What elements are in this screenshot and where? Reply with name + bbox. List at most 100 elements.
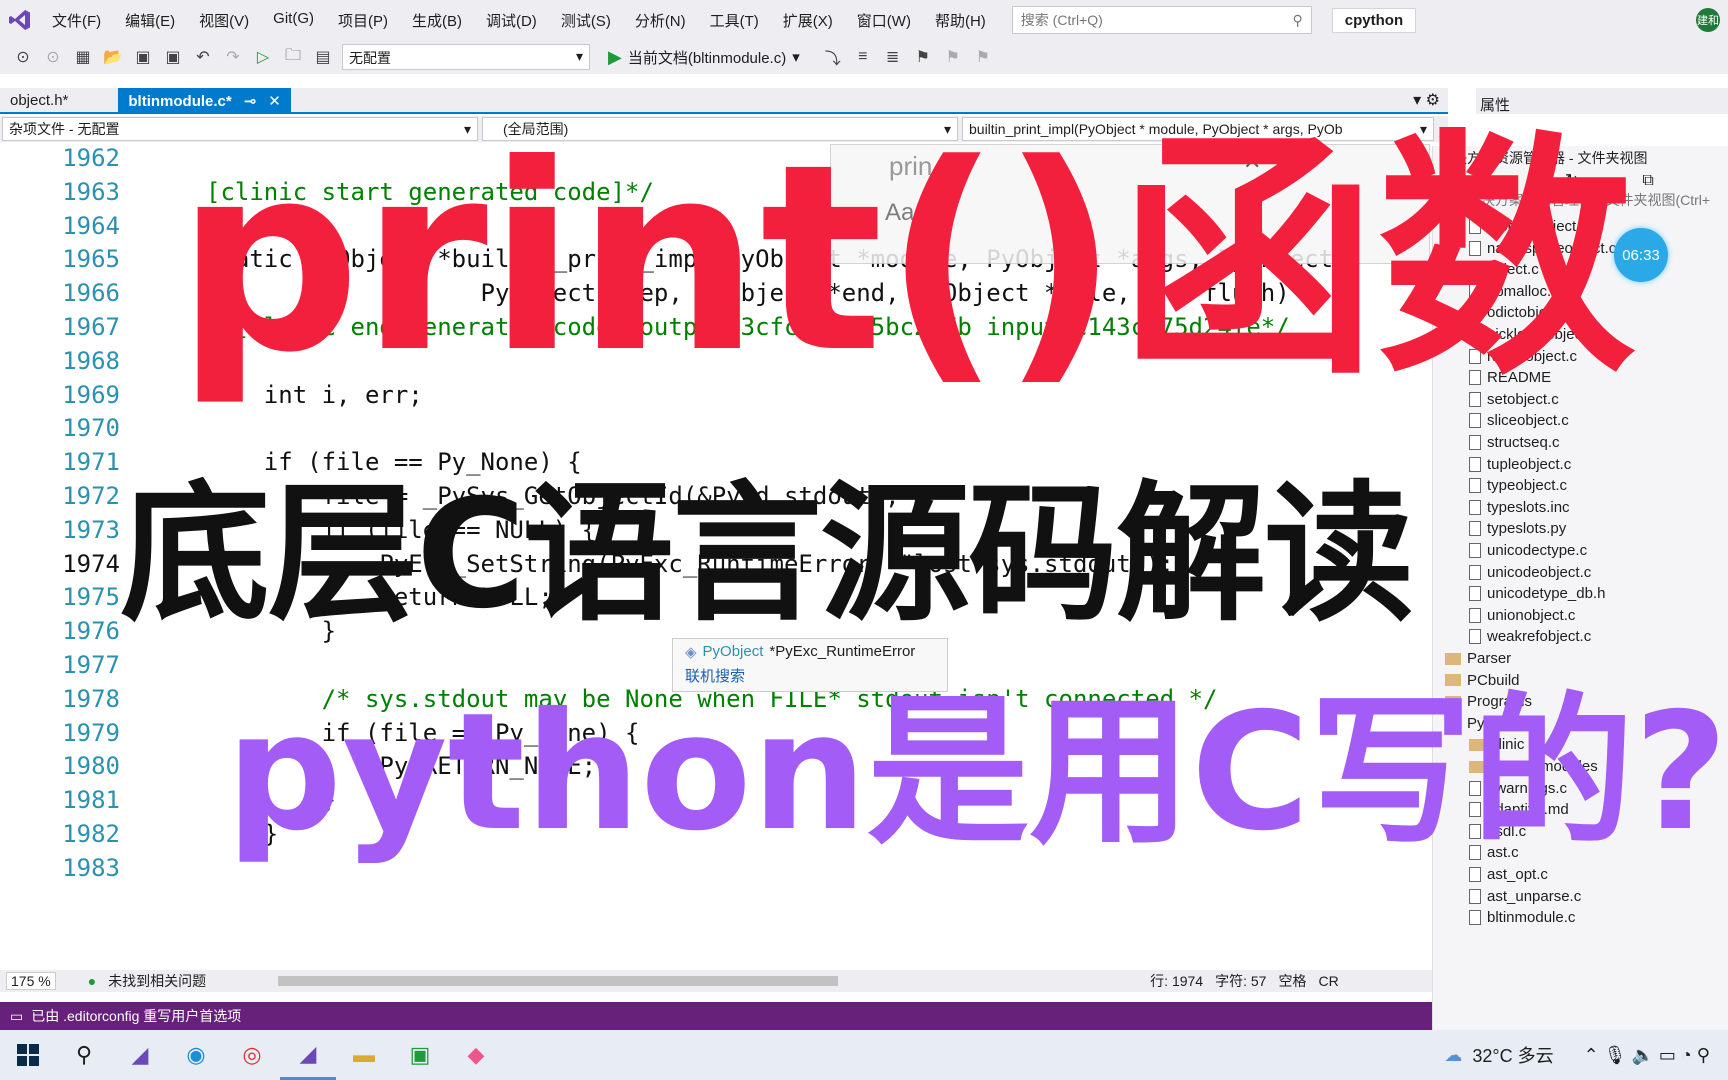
save-icon[interactable]: ▣ xyxy=(132,46,154,68)
tree-file[interactable]: unionobject.c xyxy=(1469,607,1575,624)
visual-studio-active-icon[interactable]: ◢ xyxy=(280,1030,336,1080)
menu-item[interactable]: 分析(N) xyxy=(623,10,698,31)
tree-file[interactable]: tupleobject.c xyxy=(1469,456,1571,473)
tree-item-label: ast_opt.c xyxy=(1487,866,1548,883)
tree-file[interactable]: typeslots.inc xyxy=(1469,499,1570,516)
line-number: 1972 xyxy=(62,482,120,510)
line-number: 1976 xyxy=(62,617,120,645)
line-number: 1978 xyxy=(62,685,120,713)
tree-file[interactable]: unicodectype.c xyxy=(1469,542,1587,559)
menu-item[interactable]: 测试(S) xyxy=(549,10,623,31)
tab-object-h[interactable]: object.h* xyxy=(0,88,78,114)
configuration-select[interactable]: 无配置 ▾ xyxy=(342,44,590,70)
edge-browser-icon[interactable]: ◉ xyxy=(168,1030,224,1080)
new-project-icon[interactable]: ▦ xyxy=(72,46,94,68)
chrome-browser-icon[interactable]: ◎ xyxy=(224,1030,280,1080)
folder-icon xyxy=(1445,652,1461,665)
file-icon xyxy=(1469,413,1481,429)
tree-file[interactable]: ast_unparse.c xyxy=(1469,888,1581,905)
tree-file[interactable]: unicodetype_db.h xyxy=(1469,585,1605,602)
tree-file[interactable]: ast_opt.c xyxy=(1469,866,1548,883)
tree-file[interactable]: bltinmodule.c xyxy=(1469,909,1575,926)
menu-item[interactable]: 项目(P) xyxy=(326,10,400,31)
menu-item[interactable]: 工具(T) xyxy=(698,10,771,31)
taskbar: ⚲ ◢ ◉ ◎ ◢ ▬ ▣ ◆ ☁ 32°C 多云 ⌃ 🎙 🔈 ▭ ◔ ⚲ xyxy=(0,1030,1728,1080)
tree-item-label: unicodectype.c xyxy=(1487,542,1588,559)
menu-item[interactable]: 帮助(H) xyxy=(923,10,998,31)
tree-folder[interactable]: Parser xyxy=(1445,650,1511,667)
file-icon xyxy=(1469,499,1481,515)
search-input[interactable]: 搜索 (Ctrl+Q) ⚲ xyxy=(1011,6,1312,34)
tree-file[interactable]: weakrefobject.c xyxy=(1469,628,1591,645)
back-icon[interactable]: ⊙ xyxy=(12,46,34,68)
uncomment-icon[interactable]: ≣ xyxy=(882,46,904,68)
issues-text[interactable]: 未找到相关问题 xyxy=(108,971,206,991)
undo-icon[interactable]: ↶ xyxy=(192,46,214,68)
start-without-debug-icon[interactable]: ▷ xyxy=(252,46,274,68)
redo-icon[interactable]: ↷ xyxy=(222,46,244,68)
avatar[interactable]: 建和 xyxy=(1696,8,1720,32)
tree-file[interactable]: unicodeobject.c xyxy=(1469,564,1591,581)
bookmark-icon[interactable]: ⚑ xyxy=(912,46,934,68)
forward-icon[interactable]: ⊙ xyxy=(42,46,64,68)
folder-icon[interactable]: 🗀 xyxy=(282,46,304,68)
menu-item[interactable]: 生成(B) xyxy=(400,10,474,31)
file-explorer-icon[interactable]: ▬ xyxy=(336,1030,392,1080)
tree-item-label: typeobject.c xyxy=(1487,477,1568,495)
line-number: 1983 xyxy=(62,854,120,882)
status-message: 已由 .editorconfig 重写用户首选项 xyxy=(31,1008,242,1024)
app-icon[interactable]: ◆ xyxy=(448,1030,504,1080)
weather-widget[interactable]: ☁ 32°C 多云 ⌃ 🎙 🔈 ▭ ◔ ⚲ xyxy=(1444,1042,1710,1068)
line-number: 1964 xyxy=(62,212,120,240)
menu-item[interactable]: 视图(V) xyxy=(187,10,261,31)
file-icon xyxy=(1469,888,1481,904)
tree-item-label: unionobject.c xyxy=(1487,606,1576,624)
close-icon[interactable]: ✕ xyxy=(268,92,281,110)
tree-item-label: ast_unparse.c xyxy=(1487,887,1582,905)
line-number: 1963 xyxy=(62,178,120,206)
menu-item[interactable]: 扩展(X) xyxy=(771,10,845,31)
zoom-level[interactable]: 175 % xyxy=(6,972,56,990)
prev-bookmark-icon[interactable]: ⚑ xyxy=(942,46,964,68)
window-icon[interactable]: ▤ xyxy=(312,46,334,68)
tray-icons[interactable]: ⌃ 🎙 🔈 ▭ ◔ ⚲ xyxy=(1584,1045,1710,1066)
line-number: 1968 xyxy=(62,347,120,375)
cursor-line: 行: 1974 xyxy=(1150,973,1204,989)
menu-bar: 文件(F) 编辑(E) 视图(V) Git(G) 项目(P) 生成(B) 调试(D) 测试(S… xyxy=(0,0,1728,40)
search-icon[interactable]: ⚲ xyxy=(56,1030,112,1080)
run-button[interactable]: ▶ 当前文档(bltinmodule.c) ▾ xyxy=(608,47,800,68)
menu-item[interactable]: 窗口(W) xyxy=(845,10,923,31)
save-all-icon[interactable]: ▣ xyxy=(162,46,184,68)
file-icon xyxy=(1469,456,1481,472)
visual-studio-icon[interactable]: ◢ xyxy=(112,1030,168,1080)
next-bookmark-icon[interactable]: ⚑ xyxy=(972,46,994,68)
tooltip-type: PyObject xyxy=(702,643,764,660)
menu-items: 文件(F) 编辑(E) 视图(V) Git(G) 项目(P) 生成(B) 调试(D) 测试(S… xyxy=(40,10,998,31)
tree-file[interactable]: typeslots.py xyxy=(1469,520,1566,537)
horizontal-scrollbar[interactable] xyxy=(278,976,839,986)
menu-item[interactable]: Git(G) xyxy=(261,10,326,31)
windows-start-icon[interactable] xyxy=(0,1030,56,1080)
overlay-title: print()函数 xyxy=(176,109,1636,409)
menu-item[interactable]: 调试(D) xyxy=(474,10,549,31)
tree-item-label: typeslots.inc xyxy=(1487,498,1570,516)
line-ending: CR xyxy=(1318,973,1339,989)
file-icon xyxy=(1469,607,1481,623)
comment-icon[interactable]: ≡ xyxy=(852,46,874,68)
tree-file[interactable]: sliceobject.c xyxy=(1469,412,1569,429)
tree-file[interactable]: structseq.c xyxy=(1469,434,1560,451)
line-number: 1974 xyxy=(62,550,120,578)
line-number: 1977 xyxy=(62,651,120,679)
visual-studio-logo-icon[interactable] xyxy=(0,0,40,40)
tree-item-label: unicodetype_db.h xyxy=(1487,585,1606,603)
menu-item[interactable]: 文件(F) xyxy=(40,10,113,31)
pycharm-icon[interactable]: ▣ xyxy=(392,1030,448,1080)
menu-item[interactable]: 编辑(E) xyxy=(113,10,187,31)
pin-icon[interactable]: ⊸ xyxy=(244,92,257,110)
cursor-char: 字符: 57 xyxy=(1215,973,1267,989)
line-number: 1973 xyxy=(62,516,120,544)
tree-file[interactable]: typeobject.c xyxy=(1469,477,1567,494)
open-folder-icon[interactable]: 📂 xyxy=(102,46,124,68)
configuration-value: 无配置 xyxy=(349,50,391,66)
step-icon[interactable]: ⤵ xyxy=(822,46,844,68)
